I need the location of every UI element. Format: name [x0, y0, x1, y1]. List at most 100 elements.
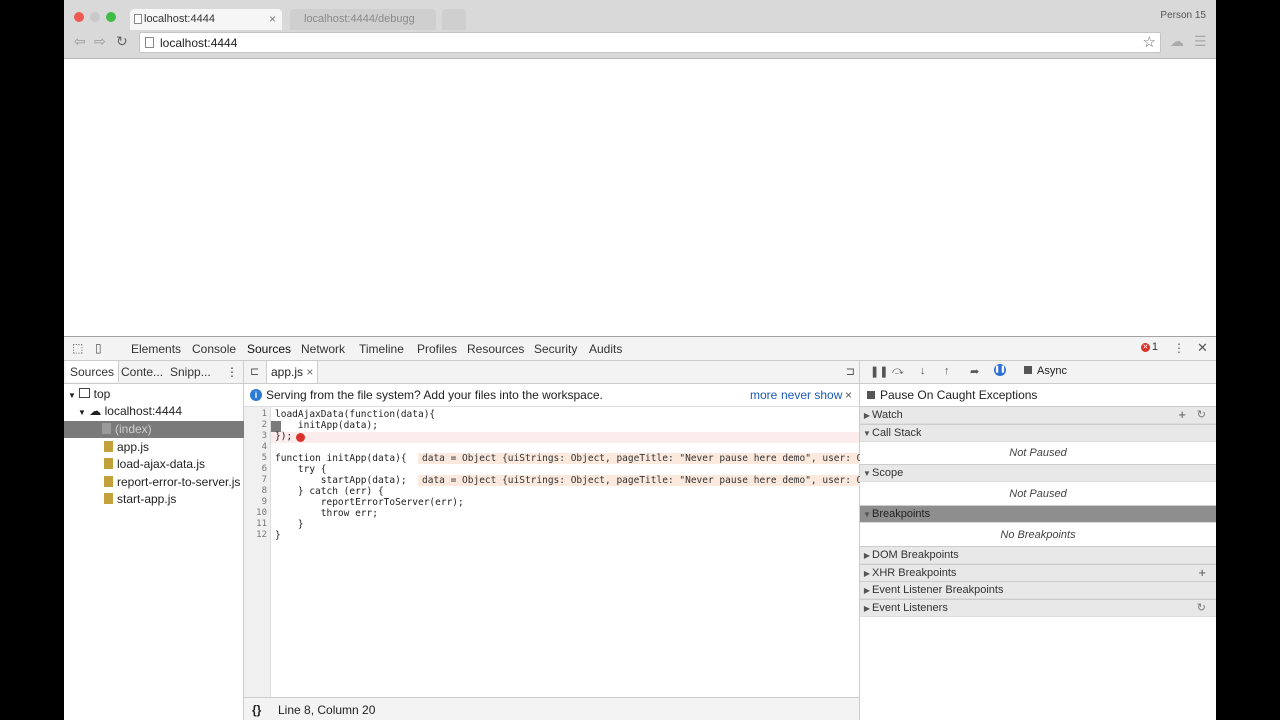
tab-elements[interactable]: Elements [131, 342, 181, 356]
line-number[interactable]: 1 [262, 409, 267, 420]
refresh-icon[interactable]: ↻ [1197, 407, 1206, 423]
pause-caught-exceptions-option[interactable]: Pause On Caught Exceptions [860, 384, 1216, 406]
url-text[interactable]: localhost:4444 [160, 36, 237, 50]
tab-network[interactable]: Network [301, 342, 345, 356]
line-number-gutter[interactable]: 1 2 3 4 5 6 7 8 9 10 11 12 [244, 407, 271, 697]
back-arrow-icon[interactable]: ⇦ [74, 33, 86, 50]
line-number[interactable]: 9 [262, 497, 267, 508]
browser-tab-title: localhost:4444/debugg [304, 13, 415, 25]
pause-icon[interactable]: ❚❚ [870, 365, 888, 378]
browser-tab[interactable]: localhost:4444/debugg [290, 9, 436, 30]
add-icon[interactable]: + [1198, 565, 1206, 581]
tab-security[interactable]: Security [534, 342, 577, 356]
tab-resources[interactable]: Resources [467, 342, 524, 356]
code-line[interactable]: reportErrorToServer(err); [275, 497, 464, 508]
bookmark-star-icon[interactable]: ☆ [1143, 33, 1156, 51]
error-count-badge[interactable]: ✕ 1 [1140, 341, 1158, 353]
line-number[interactable]: 10 [256, 508, 267, 519]
infobar-message: Serving from the file system? Add your f… [266, 388, 603, 402]
line-number[interactable]: 8 [262, 486, 267, 497]
tab-timeline[interactable]: Timeline [359, 342, 404, 356]
nav-tab-snippets[interactable]: Snipp... [170, 365, 211, 379]
section-dom-breakpoints[interactable]: ▶ DOM Breakpoints [860, 546, 1216, 564]
nav-tab-sources[interactable]: Sources [66, 361, 120, 382]
code-line[interactable]: throw err; [275, 508, 378, 519]
infobar-more-link[interactable]: more [750, 384, 777, 406]
menu-icon[interactable]: ☰ [1194, 33, 1207, 50]
line-number[interactable]: 7 [262, 475, 267, 486]
section-event-listener-breakpoints[interactable]: ▶ Event Listener Breakpoints [860, 581, 1216, 599]
reload-icon[interactable]: ↻ [116, 33, 128, 50]
extension-icon[interactable]: ☁ [1170, 33, 1184, 50]
section-scope[interactable]: ▼Scope [860, 464, 1216, 482]
line-number[interactable]: 3 [262, 431, 267, 442]
code-line[interactable]: try { [275, 464, 327, 475]
more-options-icon[interactable]: ⋮ [1173, 341, 1185, 355]
code-line[interactable]: initApp(data); [275, 420, 378, 431]
editor-tab-app-js[interactable]: app.js × [266, 361, 319, 383]
tab-profiles[interactable]: Profiles [417, 342, 457, 356]
line-number[interactable]: 12 [256, 530, 267, 541]
workspace-infobar: i Serving from the file system? Add your… [244, 384, 859, 407]
section-call-stack[interactable]: ▼Call Stack [860, 424, 1216, 442]
address-bar[interactable]: localhost:4444 ☆ [139, 32, 1161, 53]
nav-tab-content-scripts[interactable]: Conte... [121, 365, 163, 379]
forward-arrow-icon[interactable]: ⇨ [94, 33, 106, 50]
line-number[interactable]: 6 [262, 464, 267, 475]
close-devtools-icon[interactable]: ✕ [1197, 340, 1208, 356]
info-icon: i [250, 389, 262, 401]
pretty-print-button[interactable]: {} [252, 698, 261, 720]
new-tab-button[interactable] [442, 9, 466, 30]
tab-audits[interactable]: Audits [589, 342, 622, 356]
checkbox[interactable] [867, 391, 875, 399]
line-number[interactable]: 4 [262, 442, 267, 453]
profile-name[interactable]: Person 15 [1160, 10, 1206, 21]
code-line[interactable]: } [275, 530, 281, 541]
refresh-icon[interactable]: ↻ [1197, 600, 1206, 616]
step-out-icon[interactable]: ↑ [944, 365, 950, 377]
collapse-arrow-icon: ▶ [863, 569, 871, 578]
async-checkbox[interactable]: Async [1024, 365, 1067, 377]
deactivate-breakpoints-icon[interactable]: ➦ [970, 365, 979, 378]
infobar-never-show-link[interactable]: never show [781, 384, 842, 406]
close-tab-icon[interactable]: × [306, 365, 313, 379]
pause-on-exceptions-icon[interactable]: ❚❚ [994, 364, 1006, 376]
navigator-menu-icon[interactable]: ⋮ [226, 365, 238, 379]
section-watch[interactable]: ▶ Watch + ↻ [860, 406, 1216, 424]
tab-console[interactable]: Console [192, 342, 236, 356]
section-xhr-breakpoints[interactable]: ▶ XHR Breakpoints + [860, 564, 1216, 582]
browser-window: localhost:4444 × localhost:4444/debugg P… [64, 0, 1216, 720]
close-infobar-icon[interactable]: × [845, 384, 852, 406]
code-line[interactable]: function initApp(data){ [275, 453, 407, 464]
tree-item-top[interactable]: ▼ top [64, 386, 247, 403]
tab-sources[interactable]: Sources [247, 342, 291, 356]
section-event-listeners[interactable]: ▶ Event Listeners ↻ [860, 599, 1216, 617]
code-line[interactable]: }); [275, 431, 292, 442]
toggle-debugger-icon[interactable]: ⊐ [846, 365, 855, 378]
maximize-window-button[interactable] [106, 12, 116, 22]
toggle-navigator-icon[interactable]: ⊏ [250, 365, 259, 378]
inspect-element-icon[interactable]: ⬚ [72, 341, 83, 355]
code-line[interactable]: } [275, 519, 304, 530]
step-into-icon[interactable]: ↓ [920, 365, 926, 377]
tree-item-host[interactable]: ▼ ☁ localhost:4444 [64, 403, 257, 420]
add-icon[interactable]: + [1178, 407, 1186, 423]
minimize-window-button[interactable] [90, 12, 100, 22]
navigator-tabs: Sources Conte... Snipp... ⋮ [64, 361, 243, 384]
close-window-button[interactable] [74, 12, 84, 22]
expand-arrow-icon: ▼ [863, 429, 871, 438]
section-breakpoints[interactable]: ▼Breakpoints [860, 505, 1216, 523]
expand-arrow-icon: ▼ [863, 510, 871, 519]
close-tab-icon[interactable]: × [269, 9, 276, 30]
expand-arrow-icon: ▼ [863, 469, 871, 478]
line-number[interactable]: 2 [262, 420, 267, 431]
code-line[interactable]: startApp(data); [275, 475, 407, 486]
browser-tab-active[interactable]: localhost:4444 × [130, 9, 282, 30]
code-line[interactable]: loadAjaxData(function(data){ [275, 409, 435, 420]
line-number[interactable]: 5 [262, 453, 267, 464]
device-mode-icon[interactable]: ▯ [95, 341, 102, 355]
step-over-icon[interactable]: ⤼ [892, 365, 904, 378]
line-number[interactable]: 11 [256, 519, 267, 530]
scope-state: Not Paused [1009, 488, 1067, 500]
code-line[interactable]: } catch (err) { [275, 486, 384, 497]
